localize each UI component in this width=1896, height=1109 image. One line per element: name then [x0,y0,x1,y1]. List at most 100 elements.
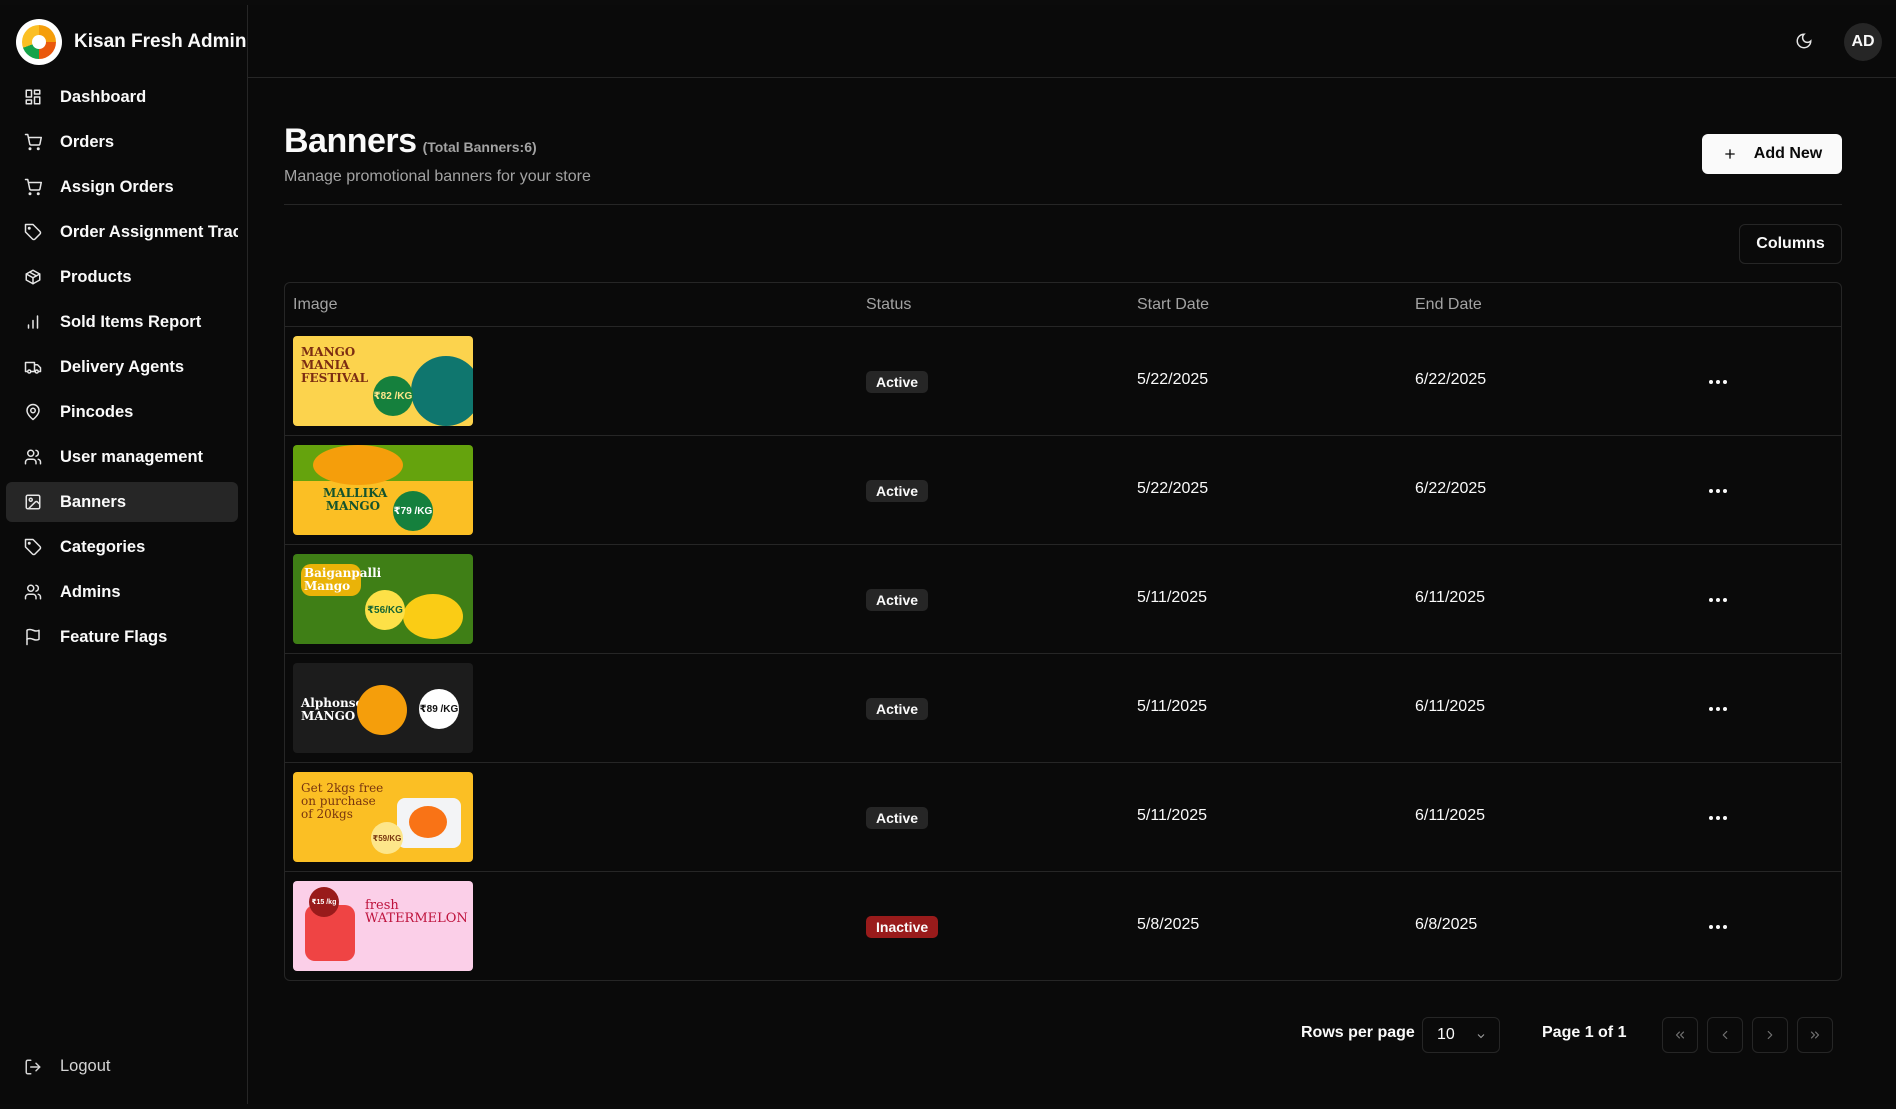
moon-icon [1796,33,1812,49]
previous-page-button[interactable] [1707,1017,1743,1053]
sidebar-item-label: Pincodes [60,402,134,421]
users-icon [24,449,42,465]
chevrons-left-icon [1675,1031,1685,1039]
row-actions-button[interactable] [1703,476,1733,506]
status-badge: Active [866,698,929,720]
banner-price: ₹79 /KG [393,491,433,531]
main-content: Banners (Total Banners:6) Manage promoti… [248,78,1896,1104]
row-actions-button[interactable] [1703,585,1733,615]
status-badge: Active [866,807,929,829]
table-header: Image Status Start Date End Date [285,283,1841,327]
sidebar-item-delivery-agents[interactable]: Delivery Agents [6,347,238,387]
last-page-button[interactable] [1797,1017,1833,1053]
sidebar-item-products[interactable]: Products [6,257,238,297]
banner-thumbnail[interactable]: ₹15 /kg fresh WATERMELON [293,881,473,971]
brand[interactable]: Kisan Fresh Admin [16,19,246,65]
banner-thumbnail[interactable]: MANGO MANIA FESTIVAL ₹82 /KG [293,336,473,426]
start-date: 5/22/2025 [1137,371,1209,388]
add-new-button[interactable]: Add New [1702,134,1842,174]
banner-thumbnail[interactable]: MALLIKA MANGO ₹79 /KG [293,445,473,535]
end-date: 6/11/2025 [1415,698,1485,715]
logout-icon [25,1059,41,1074]
start-date: 5/11/2025 [1137,807,1207,824]
start-date: 5/11/2025 [1137,698,1207,715]
banner-thumbnail[interactable]: Get 2kgs free on purchase of 20kgs ₹59/K… [293,772,473,862]
title-row: Banners (Total Banners:6) [284,122,537,161]
table-row[interactable]: MANGO MANIA FESTIVAL ₹82 /KG Active 5/22… [285,327,1841,436]
column-header-image: Image [293,296,338,313]
row-actions-button[interactable] [1703,367,1733,397]
banner-thumbnail[interactable]: Alphonso MANGO ₹89 /KG [293,663,473,753]
sidebar-item-label: Dashboard [60,87,147,106]
sidebar-item-label: Banners [60,492,127,511]
table-row[interactable]: Alphonso MANGO ₹89 /KG Active 5/11/2025 … [285,654,1841,763]
chevron-left-icon [1722,1030,1728,1040]
flag-icon [26,628,40,646]
banner-text: Alphonso MANGO [301,696,364,723]
column-header-end-date: End Date [1415,296,1482,313]
dashboard-icon [25,89,41,105]
status-badge: Inactive [866,916,939,938]
banner-text: Get 2kgs free on purchase of 20kgs [301,781,384,821]
banner-thumbnail[interactable]: Baiganpalli Mango ₹56/KG [293,554,473,644]
sidebar-item-label: User management [60,447,204,466]
pagination: Rows per page 10 Page 1 of 1 [248,1014,1896,1054]
sidebar: Kisan Fresh Admin Dashboard Orders Assig… [0,5,248,1104]
logout-button[interactable]: Logout [24,1057,110,1076]
sidebar-item-sold-items-report[interactable]: Sold Items Report [6,302,238,342]
next-page-button[interactable] [1752,1017,1788,1053]
row-actions-button[interactable] [1703,694,1733,724]
end-date: 6/11/2025 [1415,589,1485,606]
sidebar-item-user-management[interactable]: User management [6,437,238,477]
table-row[interactable]: Baiganpalli Mango ₹56/KG Active 5/11/202… [285,545,1841,654]
sidebar-item-categories[interactable]: Categories [6,527,238,567]
end-date: 6/22/2025 [1415,371,1487,388]
status-badge: Active [866,371,929,393]
sidebar-nav: Dashboard Orders Assign Orders Order Ass… [6,77,238,662]
map-pin-icon [26,403,40,421]
banner-text: MALLIKA MANGO [323,486,388,513]
status-badge: Active [866,480,929,502]
status-badge: Active [866,589,929,611]
sidebar-item-dashboard[interactable]: Dashboard [6,77,238,117]
table-row[interactable]: Get 2kgs free on purchase of 20kgs ₹59/K… [285,763,1841,872]
package-icon [25,269,41,285]
end-date: 6/11/2025 [1415,807,1485,824]
sidebar-item-orders[interactable]: Orders [6,122,238,162]
sidebar-item-assign-orders[interactable]: Assign Orders [6,167,238,207]
rows-per-page-value: 10 [1437,1026,1455,1043]
sidebar-item-banners[interactable]: Banners [6,482,238,522]
sidebar-item-label: Admins [60,582,121,601]
sidebar-item-label: Products [60,267,132,286]
first-page-button[interactable] [1662,1017,1698,1053]
sidebar-item-admins[interactable]: Admins [6,572,238,612]
avatar[interactable]: AD [1844,23,1882,61]
banner-price: ₹59/KG [371,822,403,854]
column-header-status: Status [866,296,912,313]
page-info: Page 1 of 1 [1542,1024,1627,1041]
sidebar-item-label: Delivery Agents [60,357,185,376]
banner-text: fresh WATERMELON [365,898,468,926]
start-date: 5/8/2025 [1137,916,1200,933]
rows-per-page-label: Rows per page [1301,1024,1415,1041]
end-date: 6/8/2025 [1415,916,1478,933]
theme-toggle-button[interactable] [1788,25,1820,57]
sidebar-item-label: Orders [60,132,115,151]
sidebar-item-feature-flags[interactable]: Feature Flags [6,617,238,657]
page-title: Banners [284,122,417,160]
start-date: 5/11/2025 [1137,589,1207,606]
logout-label: Logout [60,1057,111,1075]
columns-button[interactable]: Columns [1739,224,1842,264]
banner-text: Baiganpalli Mango [301,564,381,596]
sidebar-item-label: Sold Items Report [60,312,202,331]
sidebar-item-order-assignment-tracking[interactable]: Order Assignment Tracking [6,212,238,252]
row-actions-button[interactable] [1703,803,1733,833]
rows-per-page-select[interactable]: 10 [1422,1017,1500,1053]
chevron-right-icon [1767,1030,1773,1040]
total-banners-count: (Total Banners:6) [422,139,537,155]
table-row[interactable]: MALLIKA MANGO ₹79 /KG Active 5/22/2025 6… [285,436,1841,545]
column-header-start-date: Start Date [1137,296,1210,313]
sidebar-item-pincodes[interactable]: Pincodes [6,392,238,432]
row-actions-button[interactable] [1703,912,1733,942]
table-row[interactable]: ₹15 /kg fresh WATERMELON Inactive 5/8/20… [285,872,1841,980]
